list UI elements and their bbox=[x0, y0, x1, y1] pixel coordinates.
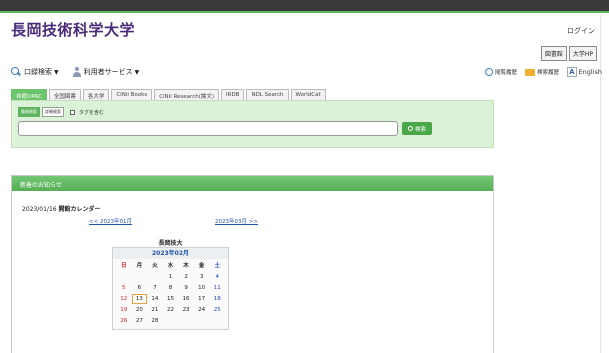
calendar-day: 8 bbox=[168, 285, 173, 291]
calendar-day: 1 bbox=[168, 274, 173, 280]
catalog-search-menu[interactable]: 口録検索 ▼ bbox=[11, 67, 59, 77]
search-input[interactable] bbox=[18, 121, 398, 136]
search-button[interactable]: 検索 bbox=[402, 122, 432, 135]
weekday-header: 日 bbox=[121, 263, 127, 269]
calendar-grid: 日月火水木金土 1 2 3 4 5 6 7 8 9 10 11 12 13 14 15 16 17 18 19 20 21… bbox=[113, 259, 228, 329]
calendar-day: 9 bbox=[184, 285, 188, 291]
calendar: 2023年02月 日月火水木金土 1 2 3 4 5 6 7 8 9 10 11 12 13 14 15 16 1… bbox=[112, 247, 229, 330]
right-divider bbox=[600, 14, 601, 353]
search-history-link[interactable]: 検索履歴 bbox=[525, 68, 559, 76]
top-green-line bbox=[0, 11, 609, 13]
search-mode-tabs: 簡易検索 詳細検索 タグを含む bbox=[18, 107, 104, 117]
news-heading: 新着のお知らせ bbox=[12, 176, 493, 191]
login-link[interactable]: ログイン bbox=[567, 26, 595, 36]
next-month-link[interactable]: 2023年03月 >> bbox=[215, 217, 258, 225]
tab-universities[interactable]: 各大学 bbox=[82, 89, 110, 100]
tab-worldcat[interactable]: WorldCat bbox=[290, 89, 326, 100]
search-button-label: 検索 bbox=[414, 126, 426, 133]
include-tags-label: タグを含む bbox=[79, 109, 105, 116]
history-icon bbox=[485, 68, 494, 76]
calendar-day: 16 bbox=[182, 296, 190, 302]
search-icon bbox=[11, 67, 21, 77]
calendar-day: 7 bbox=[153, 285, 157, 291]
include-tags-checkbox[interactable] bbox=[70, 109, 75, 115]
user-icon bbox=[72, 67, 81, 77]
tab-cinii-research[interactable]: CiNii Research(論文) bbox=[154, 89, 219, 100]
calendar-day: 10 bbox=[198, 285, 206, 291]
university-logo-text[interactable]: 長岡技術科学大学 bbox=[11, 19, 135, 40]
header-buttons: 図書館 大学HP bbox=[540, 46, 597, 61]
calendar-day: 4 bbox=[215, 274, 219, 280]
utility-links: 閲覧履歴 検索履歴 A English bbox=[485, 67, 602, 77]
calendar-empty-cell bbox=[178, 316, 194, 326]
news-item: 2023/01/16 開館カレンダー bbox=[22, 204, 101, 213]
calendar-day: 19 bbox=[120, 307, 128, 313]
english-label: English bbox=[578, 68, 602, 76]
tab-national-books[interactable]: 全国図書 bbox=[48, 89, 81, 100]
calendar-day: 13 bbox=[131, 294, 148, 304]
calendar-day: 15 bbox=[166, 296, 174, 302]
calendar-day: 3 bbox=[199, 274, 204, 280]
weekday-header: 土 bbox=[214, 263, 220, 269]
search-panel: 簡易検索 詳細検索 タグを含む 検索 bbox=[11, 100, 494, 148]
weekday-header: 木 bbox=[183, 263, 189, 269]
calendar-day: 11 bbox=[213, 285, 221, 291]
tab-ndl-search[interactable]: NDL Search bbox=[246, 89, 289, 100]
english-link[interactable]: A English bbox=[567, 67, 602, 77]
calendar-day: 12 bbox=[120, 296, 128, 302]
weekday-header: 月 bbox=[136, 263, 143, 269]
search-history-label: 検索履歴 bbox=[537, 70, 560, 76]
english-a-icon: A bbox=[567, 67, 577, 77]
caret-down-icon: ▼ bbox=[54, 68, 59, 76]
calendar-empty-cell bbox=[163, 316, 179, 326]
history-link[interactable]: 閲覧履歴 bbox=[485, 68, 517, 76]
calendar-day: 18 bbox=[213, 296, 221, 302]
calendar-day: 5 bbox=[122, 285, 126, 291]
weekday-header: 火 bbox=[152, 263, 158, 269]
calendar-day: 17 bbox=[198, 296, 206, 302]
calendar-day: 2 bbox=[184, 274, 188, 280]
university-hp-button[interactable]: 大学HP bbox=[568, 46, 597, 61]
calendar-day: 20 bbox=[135, 307, 143, 313]
search-icon bbox=[407, 126, 413, 131]
weekday-header: 金 bbox=[198, 263, 205, 269]
calendar-library-name: 長岡技大 bbox=[158, 240, 183, 247]
calendar-day: 23 bbox=[182, 307, 190, 313]
calendar-day: 26 bbox=[120, 318, 128, 324]
calendar-empty-cell bbox=[194, 316, 210, 326]
search-target-tabs: 自館OPAC 全国図書 各大学 CiNii Books CiNii Resear… bbox=[11, 89, 326, 100]
calendar-day: 24 bbox=[198, 307, 206, 313]
news-title[interactable]: 開館カレンダー bbox=[59, 206, 101, 213]
detail-search-tab[interactable]: 詳細検索 bbox=[42, 107, 64, 117]
library-button[interactable]: 図書館 bbox=[540, 46, 567, 61]
tab-irdb[interactable]: IRDB bbox=[221, 89, 245, 100]
calendar-empty-cell bbox=[209, 316, 225, 326]
news-panel: 新着のお知らせ 2023/01/16 開館カレンダー << 2023年01月 2… bbox=[11, 175, 494, 353]
catalog-search-label: 口録検索 bbox=[24, 68, 52, 76]
caret-down-icon: ▼ bbox=[134, 68, 140, 76]
prev-month-link[interactable]: << 2023年01月 bbox=[89, 217, 132, 225]
folder-icon bbox=[525, 68, 536, 76]
top-dark-bar bbox=[0, 0, 609, 11]
simple-search-tab[interactable]: 簡易検索 bbox=[18, 107, 40, 117]
tab-cinii-books[interactable]: CiNii Books bbox=[111, 89, 153, 100]
main-menu: 口録検索 ▼ 利用者サービス ▼ bbox=[11, 67, 153, 77]
calendar-empty-cell bbox=[147, 272, 163, 282]
history-label: 閲覧履歴 bbox=[495, 70, 518, 76]
user-service-label: 利用者サービス bbox=[83, 68, 133, 76]
user-service-menu[interactable]: 利用者サービス ▼ bbox=[72, 67, 140, 77]
calendar-day: 28 bbox=[151, 318, 159, 324]
calendar-month: 2023年02月 bbox=[113, 248, 228, 259]
calendar-day: 27 bbox=[135, 318, 143, 324]
calendar-day: 14 bbox=[151, 296, 159, 302]
calendar-empty-cell bbox=[116, 272, 132, 282]
calendar-day: 6 bbox=[137, 285, 142, 291]
weekday-header: 水 bbox=[167, 263, 174, 269]
calendar-empty-cell bbox=[132, 272, 148, 282]
calendar-day: 25 bbox=[213, 307, 221, 313]
calendar-day: 21 bbox=[151, 307, 159, 313]
calendar-day: 22 bbox=[166, 307, 174, 313]
news-date: 2023/01/16 bbox=[22, 206, 57, 213]
tab-own-opac[interactable]: 自館OPAC bbox=[11, 89, 47, 100]
